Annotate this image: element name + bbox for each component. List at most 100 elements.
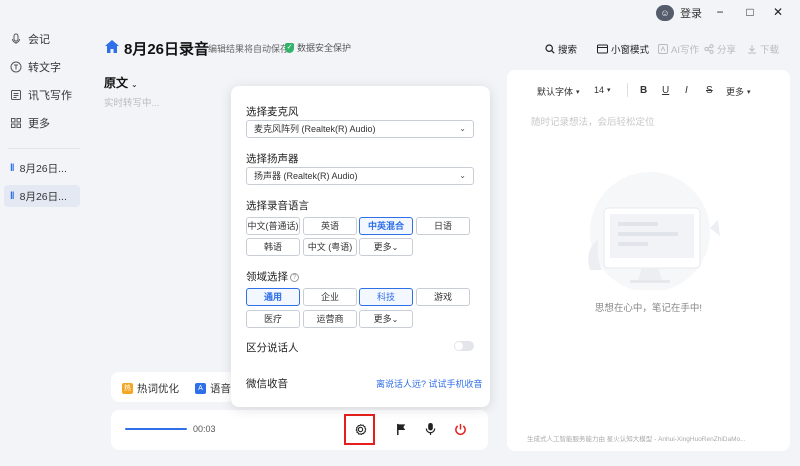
font-size-label: 14	[594, 85, 605, 95]
close-button[interactable]: ✕	[770, 5, 786, 19]
title-bar: ☺ 登录 − □ ✕	[0, 0, 800, 26]
mini-window-label: 小窗模式	[611, 45, 650, 56]
recording-label: 8月26日...	[19, 162, 67, 175]
language-button[interactable]: A 语音	[195, 381, 231, 396]
sidebar-item-label: 更多	[28, 118, 50, 130]
italic-button[interactable]: I	[685, 85, 688, 96]
language-option-mixed[interactable]: 中英混合	[359, 217, 413, 235]
domain-option-more[interactable]: 更多⌄	[359, 310, 413, 328]
notes-placeholder[interactable]: 随时记录想法，会后轻松定位	[531, 114, 655, 128]
microphone-icon	[12, 33, 20, 44]
strikethrough-button[interactable]: S	[706, 85, 713, 96]
chevron-down-icon: ⌄	[391, 315, 399, 324]
mini-window-button[interactable]: 小窗模式	[597, 42, 649, 56]
sidebar-item-label: 转文字	[28, 62, 61, 74]
transcribe-icon	[10, 61, 22, 73]
mark-button[interactable]	[393, 421, 409, 437]
chevron-down-icon: ⌄	[131, 80, 138, 89]
search-button[interactable]: 搜索	[545, 42, 577, 56]
more-format-label: 更多	[726, 87, 745, 97]
info-icon[interactable]: ?	[290, 273, 299, 282]
page-title[interactable]: 8月26日录音	[124, 38, 209, 59]
font-family-select[interactable]: 默认字体 ▾	[537, 85, 580, 98]
chevron-down-icon: ▾	[747, 88, 751, 96]
sidebar-item-transcribe[interactable]: 转文字	[8, 56, 80, 78]
language-option-english[interactable]: 英语	[303, 217, 357, 235]
toolbar-divider	[627, 83, 628, 97]
ai-write-label: AI写作	[671, 45, 699, 56]
sidebar-recording-item-active[interactable]: ǀǀ 8月26日...	[4, 185, 80, 207]
bold-button[interactable]: B	[640, 85, 647, 96]
speaker-diarization-label: 区分说话人	[246, 342, 299, 354]
domain-option-medical[interactable]: 医疗	[246, 310, 300, 328]
chevron-down-icon: ⌄	[459, 171, 466, 180]
more-format-button[interactable]: 更多 ▾	[726, 85, 751, 98]
data-safety-badge: ✓ 数据安全保护	[285, 41, 351, 54]
minimize-button[interactable]: −	[712, 5, 728, 19]
speaker-diarization-toggle[interactable]	[454, 341, 474, 351]
document-icon	[11, 90, 21, 100]
domain-option-general[interactable]: 通用	[246, 288, 300, 306]
power-icon	[454, 423, 466, 435]
underline-button[interactable]: U	[662, 85, 669, 96]
share-icon	[704, 44, 714, 54]
domain-option-carrier[interactable]: 运营商	[303, 310, 357, 328]
microphone-button[interactable]	[422, 421, 438, 437]
sidebar-item-writing[interactable]: 讯飞写作	[8, 84, 80, 106]
domain-option-gaming[interactable]: 游戏	[416, 288, 470, 306]
download-button[interactable]: 下载	[747, 42, 779, 56]
search-label: 搜索	[558, 45, 578, 56]
phone-recording-link[interactable]: 离说话人远? 试试手机收音	[376, 377, 483, 390]
toggle-knob	[455, 342, 463, 350]
chevron-down-icon: ⌄	[391, 243, 399, 252]
empty-slogan: 思想在心中，笔记在手中!	[594, 303, 703, 314]
sidebar-item-label: 讯飞写作	[28, 90, 72, 102]
sidebar-recording-item[interactable]: ǀǀ 8月26日...	[4, 157, 80, 179]
language-option-more[interactable]: 更多⌄	[359, 238, 413, 256]
domain-option-technology[interactable]: 科技	[359, 288, 413, 306]
hotword-button[interactable]: 热 热词优化	[122, 381, 179, 396]
home-icon[interactable]	[104, 39, 120, 54]
recording-icon: ǀǀ	[10, 190, 15, 202]
ai-write-button[interactable]: AI写作	[658, 42, 699, 56]
sidebar-item-meeting[interactable]: 会记	[8, 28, 80, 50]
gear-icon	[355, 423, 366, 435]
autosave-hint: 编辑结果将自动保存	[208, 44, 290, 54]
language-option-korean[interactable]: 韩语	[246, 238, 300, 256]
sidebar-item-label: 会记	[28, 34, 50, 46]
sidebar-item-more[interactable]: 更多	[8, 112, 80, 134]
mic-select[interactable]: 麦克风阵列 (Realtek(R) Audio) ⌄	[246, 120, 474, 138]
stop-recording-button[interactable]	[452, 421, 468, 437]
download-label: 下载	[760, 45, 780, 56]
search-icon	[545, 44, 555, 54]
recording-label: 8月26日...	[19, 190, 67, 203]
share-label: 分享	[717, 45, 737, 56]
download-icon	[748, 45, 756, 54]
login-label: 登录	[680, 8, 702, 20]
font-family-label: 默认字体	[537, 87, 574, 97]
ai-write-icon	[658, 44, 668, 54]
language-option-cantonese[interactable]: 中文 (粤语)	[303, 238, 357, 256]
settings-button[interactable]	[352, 421, 368, 437]
speaker-select[interactable]: 扬声器 (Realtek(R) Audio) ⌄	[246, 167, 474, 185]
speaker-value: 扬声器 (Realtek(R) Audio)	[254, 171, 358, 181]
waveform-bar	[125, 428, 187, 430]
realtime-status: 实时转写中...	[104, 98, 160, 109]
language-option-mandarin[interactable]: 中文(普通话)	[246, 217, 300, 235]
grid-icon	[11, 118, 21, 128]
mic-label: 选择麦克风	[246, 106, 299, 118]
share-button[interactable]: 分享	[704, 42, 736, 56]
font-size-select[interactable]: 14 ▾	[594, 85, 611, 95]
login-button[interactable]: ☺ 登录	[656, 5, 702, 21]
recording-time: 00:03	[193, 424, 216, 434]
original-text-tab[interactable]: 原文 ⌄	[104, 74, 138, 91]
mini-window-icon	[597, 44, 608, 54]
domain-section-label: 领域选择?	[246, 269, 299, 284]
model-disclaimer: 生成式人工智能服务能力由 星火认知大模型 - Anhui-XingHuoRenZ…	[527, 436, 746, 443]
language-option-japanese[interactable]: 日语	[416, 217, 470, 235]
domain-option-enterprise[interactable]: 企业	[303, 288, 357, 306]
microphone-icon	[425, 422, 435, 436]
maximize-button[interactable]: □	[742, 5, 758, 19]
chevron-down-icon: ⌄	[459, 124, 466, 133]
speaker-label: 选择扬声器	[246, 153, 299, 165]
